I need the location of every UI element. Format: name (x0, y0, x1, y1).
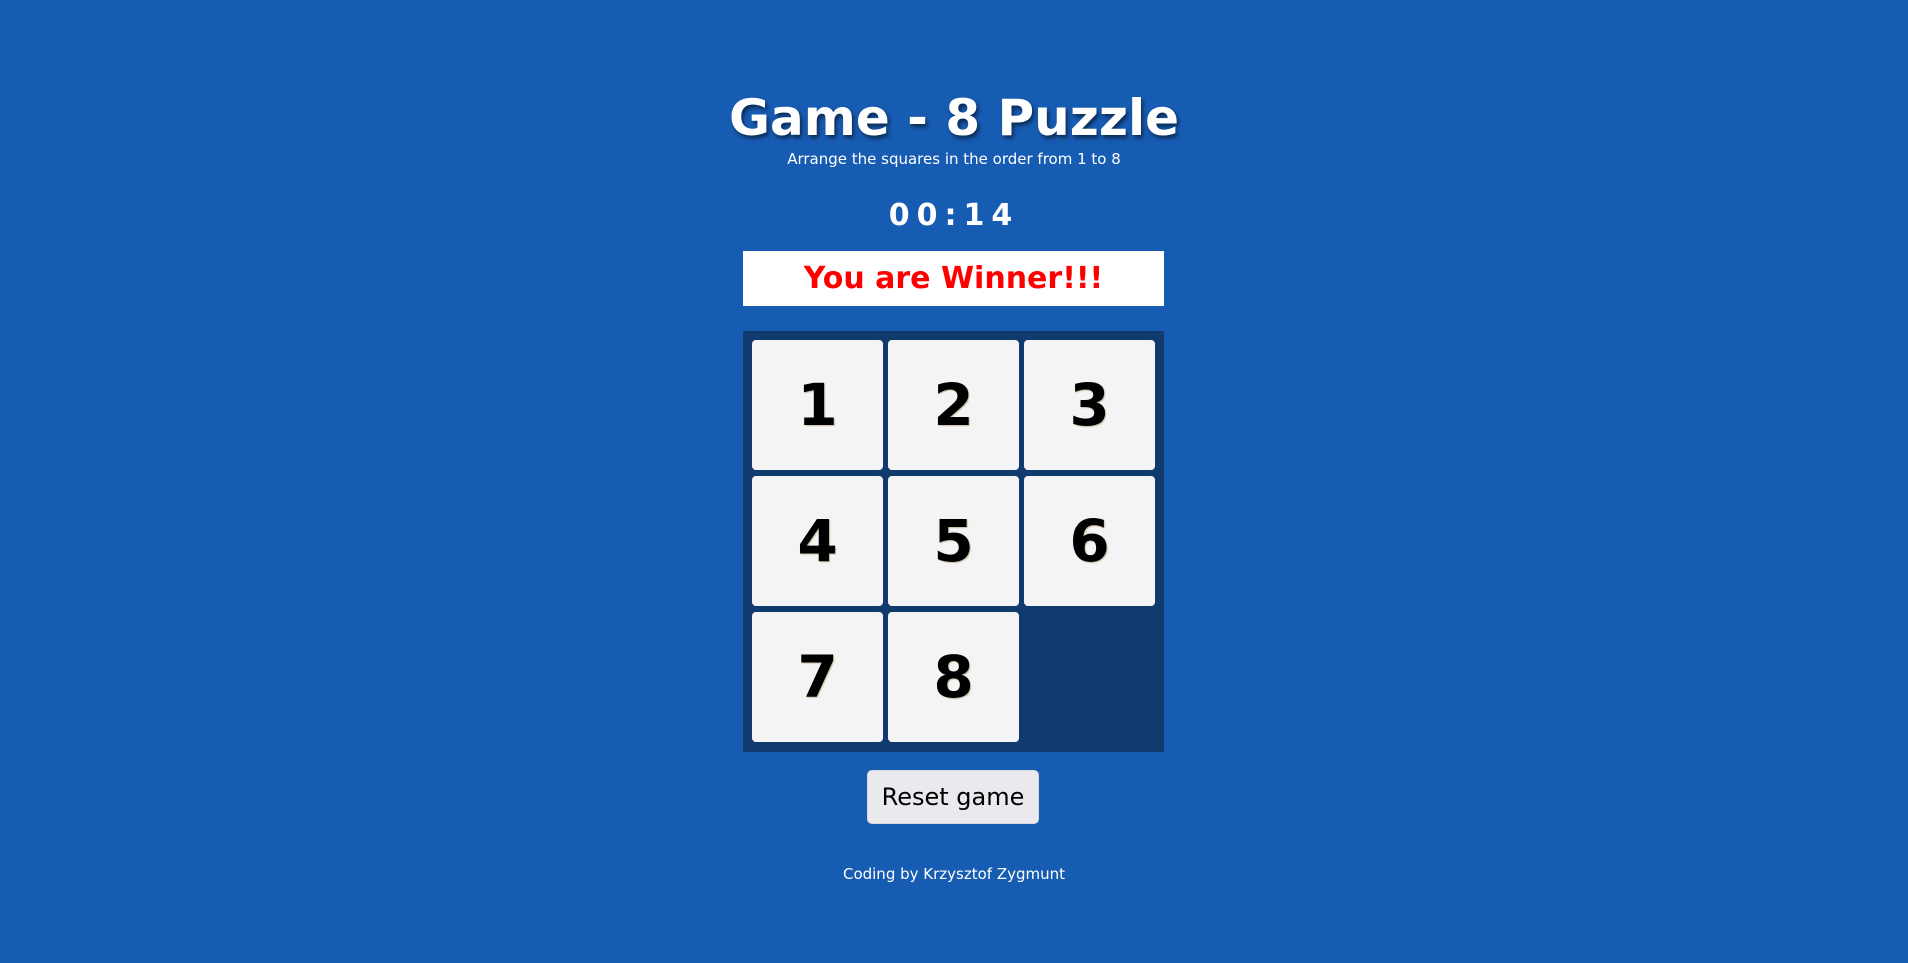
puzzle-tile[interactable]: 2 (888, 340, 1019, 470)
page-title: Game - 8 Puzzle (728, 89, 1180, 147)
page-subtitle: Arrange the squares in the order from 1 … (787, 150, 1121, 168)
puzzle-tile[interactable]: 3 (1024, 340, 1155, 470)
puzzle-tile[interactable]: 4 (752, 476, 883, 606)
puzzle-tile[interactable]: 7 (752, 612, 883, 742)
reset-game-button[interactable]: Reset game (867, 770, 1039, 824)
game-timer: 00:14 (888, 198, 1020, 233)
puzzle-tile[interactable]: 5 (888, 476, 1019, 606)
winner-banner: You are Winner!!! (743, 251, 1164, 306)
puzzle-tile[interactable]: 8 (888, 612, 1019, 742)
puzzle-tile[interactable]: 1 (752, 340, 883, 470)
puzzle-app: Game - 8 Puzzle Arrange the squares in t… (0, 0, 1908, 963)
puzzle-board: 1 2 3 4 5 6 7 8 (743, 331, 1164, 752)
puzzle-tile[interactable]: 6 (1024, 476, 1155, 606)
footer-credit: Coding by Krzysztof Zygmunt (842, 865, 1066, 883)
winner-message: You are Winner!!! (803, 260, 1104, 296)
